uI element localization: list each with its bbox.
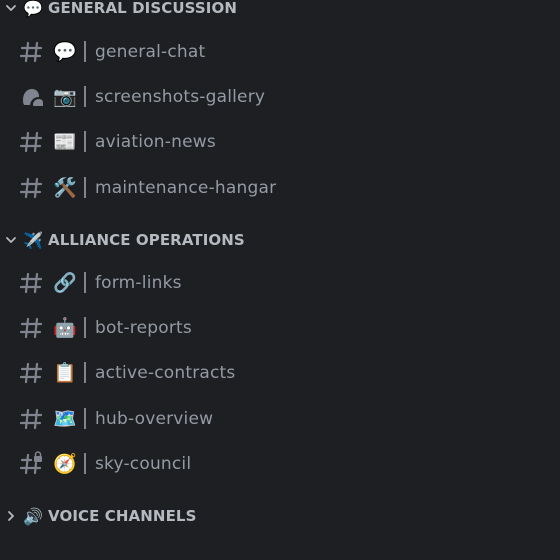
channel-active-contracts[interactable]: 📋 active-contracts (0, 356, 560, 390)
speaker-icon: 🔊 (23, 506, 44, 526)
hashtag-icon (19, 315, 45, 341)
hashtag-icon (19, 406, 45, 432)
channel-sky-council[interactable]: 🧭 sky-council (0, 447, 560, 481)
separator (84, 41, 86, 62)
channel-name: form-links (95, 273, 182, 293)
forum-icon (19, 84, 45, 110)
separator (84, 408, 86, 429)
channel-maintenance-hangar[interactable]: 🛠️ maintenance-hangar (0, 171, 560, 205)
channel-bot-reports[interactable]: 🤖 bot-reports (0, 311, 560, 345)
category-label: ALLIANCE OPERATIONS (48, 231, 245, 249)
channel-hub-overview[interactable]: 🗺️ hub-overview (0, 402, 560, 436)
channel-form-links[interactable]: 🔗 form-links (0, 266, 560, 300)
separator (84, 86, 86, 107)
map-icon: 🗺️ (53, 408, 77, 430)
locked-hashtag-icon (19, 451, 45, 477)
compass-icon: 🧭 (53, 453, 77, 475)
newspaper-icon: 📰 (53, 131, 77, 153)
channel-general-chat[interactable]: 💬 general-chat (0, 35, 560, 69)
separator (84, 177, 86, 198)
separator (84, 317, 86, 338)
category-general-discussion[interactable]: 💬 GENERAL DISCUSSION (0, 0, 237, 22)
chevron-down-icon (0, 229, 22, 251)
airplane-icon: ✈️ (23, 230, 44, 250)
link-icon: 🔗 (53, 272, 77, 294)
separator (84, 272, 86, 293)
camera-icon: 📷 (53, 86, 77, 108)
hashtag-icon (19, 360, 45, 386)
speech-bubble-icon: 💬 (53, 41, 77, 63)
speech-bubble-icon: 💬 (23, 0, 44, 18)
robot-icon: 🤖 (53, 317, 77, 339)
channel-name: maintenance-hangar (95, 178, 277, 198)
category-voice-channels[interactable]: 🔊 VOICE CHANNELS (0, 502, 196, 530)
hashtag-icon (19, 129, 45, 155)
chevron-right-icon (0, 505, 22, 527)
separator (84, 453, 86, 474)
hashtag-icon (19, 270, 45, 296)
channel-screenshots-gallery[interactable]: 📷 screenshots-gallery (0, 80, 560, 114)
channel-name: hub-overview (95, 409, 214, 429)
channel-name: general-chat (95, 42, 206, 62)
tools-icon: 🛠️ (53, 177, 77, 199)
channel-sidebar: 💬 GENERAL DISCUSSION 💬 general-chat 📷 sc… (0, 0, 560, 560)
separator (84, 362, 86, 383)
channel-name: bot-reports (95, 318, 192, 338)
chevron-down-icon (0, 0, 22, 19)
channel-name: aviation-news (95, 132, 216, 152)
channel-aviation-news[interactable]: 📰 aviation-news (0, 125, 560, 159)
separator (84, 131, 86, 152)
hashtag-icon (19, 175, 45, 201)
hashtag-icon (19, 39, 45, 65)
category-label: VOICE CHANNELS (48, 507, 197, 525)
channel-name: sky-council (95, 454, 192, 474)
category-alliance-operations[interactable]: ✈️ ALLIANCE OPERATIONS (0, 226, 245, 254)
clipboard-icon: 📋 (53, 362, 77, 384)
channel-name: screenshots-gallery (95, 87, 266, 107)
category-label: GENERAL DISCUSSION (48, 0, 237, 17)
channel-name: active-contracts (95, 363, 236, 383)
